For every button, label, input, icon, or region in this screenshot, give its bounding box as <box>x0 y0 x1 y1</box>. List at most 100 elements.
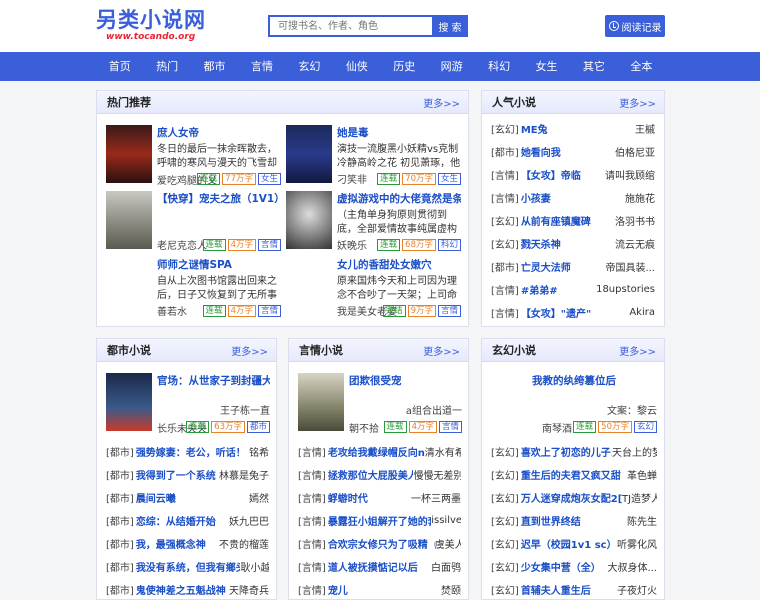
item-category[interactable]: [言情] <box>298 490 326 505</box>
list-item[interactable]: [言情]合欢宗女修只为了吸精（...虞美人 <box>298 535 461 551</box>
item-category[interactable]: [言情] <box>298 536 326 551</box>
search-input[interactable] <box>268 15 432 37</box>
list-item[interactable]: [玄幻]万人迷穿成炮灰女配2[...TJ造梦人 <box>491 489 657 505</box>
book-title[interactable]: 庶人女帝 <box>157 125 281 140</box>
item-title[interactable]: 【女攻】帝临 <box>521 167 581 182</box>
list-item[interactable]: [都市] 我，最强概念神 不贵的榴莲 <box>106 535 269 551</box>
nav-home[interactable]: 首页 <box>96 52 143 81</box>
item-title[interactable]: 【女攻】"遗产" <box>521 305 591 320</box>
item-category[interactable]: [言情] <box>298 559 326 574</box>
item-category[interactable]: [都市] <box>106 444 134 459</box>
item-category[interactable]: [言情] <box>491 305 519 320</box>
book-cover[interactable] <box>286 125 332 183</box>
xuanhuan-more-link[interactable]: 更多>> <box>619 343 656 358</box>
hot-more-link[interactable]: 更多>> <box>423 95 460 110</box>
item-title[interactable]: 她看向我 <box>521 144 561 159</box>
item-title[interactable]: 重生后的夫君又疯又甜 <box>521 467 621 482</box>
book-title[interactable]: 虚拟游戏中的大佬竟然是条狗 <box>337 191 461 206</box>
nav-hot[interactable]: 热门 <box>143 52 190 81</box>
book-title[interactable]: 师师之谜情SPA <box>157 257 281 272</box>
item-title[interactable]: 我得到了一个系统 <box>136 467 216 482</box>
nav-wangyou[interactable]: 网游 <box>428 52 475 81</box>
item-category[interactable]: [都市] <box>491 144 519 159</box>
nav-yanqing[interactable]: 言情 <box>238 52 285 81</box>
item-title[interactable]: 万人迷穿成炮灰女配2[... <box>521 490 622 505</box>
book-title[interactable]: 官场：从世家子到封疆大吏 <box>157 373 270 388</box>
item-category[interactable]: [玄幻] <box>491 536 519 551</box>
item-category[interactable]: [玄幻] <box>491 582 519 597</box>
list-item[interactable]: [都市] 鬼使神差之五魁战神 天降奇兵 <box>106 582 269 598</box>
item-title[interactable]: #弟弟# <box>521 282 558 297</box>
featured-book[interactable]: 团欺很受宠 a组合出道一 朝不拾 连载 4万字 言情 <box>298 373 462 435</box>
nav-xianxia[interactable]: 仙侠 <box>333 52 380 81</box>
item-title[interactable]: 少女集中营（全） <box>521 559 601 574</box>
site-logo[interactable]: 另类小说网 www.tocando.org <box>96 8 216 42</box>
item-category[interactable]: [玄幻] <box>491 213 519 228</box>
list-item[interactable]: [都市] 她看向我 伯格尼亚 <box>491 143 655 159</box>
book-card[interactable]: 女儿的香甜处女嫩穴 原来国炜今天和上司因为理念不合吵了一天架；上司命他先下班 我… <box>286 257 461 318</box>
list-item[interactable]: [言情] 拯救那位大屁股美人 慢慢无差别 <box>298 466 461 482</box>
nav-dushi[interactable]: 都市 <box>191 52 238 81</box>
nav-nvsheng[interactable]: 女生 <box>523 52 570 81</box>
item-title[interactable]: 蜉蝣时代 <box>328 490 368 505</box>
popular-more-link[interactable]: 更多>> <box>619 95 656 110</box>
list-item[interactable]: [都市] 我得到了一个系统 林慕是兔子 <box>106 466 269 482</box>
dushi-more-link[interactable]: 更多>> <box>231 343 268 358</box>
book-cover[interactable] <box>106 373 152 431</box>
item-category[interactable]: [玄幻] <box>491 467 519 482</box>
item-title[interactable]: 首辅夫人重生后 <box>521 582 591 597</box>
list-item[interactable]: [言情]暴露狂小姐解开了她的套...issilver <box>298 512 461 528</box>
item-category[interactable]: [都市] <box>106 513 134 528</box>
list-item[interactable]: [言情] 小孩妻 施施花 <box>491 189 655 205</box>
list-item[interactable]: [玄幻] 迟早（校园1v1 sc） 听雾化风 <box>491 535 657 551</box>
item-title[interactable]: 迟早（校园1v1 sc） <box>521 536 617 551</box>
nav-xuanhuan[interactable]: 玄幻 <box>286 52 333 81</box>
list-item[interactable]: [都市] 恋综：从结婚开始 妖九巴巴 <box>106 512 269 528</box>
nav-qita[interactable]: 其它 <box>570 52 617 81</box>
list-item[interactable]: [言情] 【女攻】"遗产" Akira <box>491 305 655 321</box>
book-title[interactable]: 我教的纨绔篡位后 <box>491 373 657 388</box>
search-button[interactable]: 搜 索 <box>432 15 468 37</box>
list-item[interactable]: [都市] 强势嫁妻：老公，听话！ 铭希 <box>106 443 269 459</box>
item-title[interactable]: 鬼使神差之五魁战神 <box>136 582 226 597</box>
item-category[interactable]: [都市] <box>106 467 134 482</box>
featured-book[interactable]: 我教的纨绔篡位后 文案：黎云 南琴酒 连载 50万字 玄幻 <box>491 373 657 435</box>
item-category[interactable]: [言情] <box>491 190 519 205</box>
book-card[interactable]: 师师之谜情SPA 自从上次图书馆露出回来之后，日子又恢复到了无所事事的状态，在家… <box>106 257 281 318</box>
list-item[interactable]: [言情] 【女攻】帝临 请叫我顾绾 <box>491 166 655 182</box>
item-category[interactable]: [都市] <box>106 582 134 597</box>
list-item[interactable]: [言情] #弟弟# 18upstories <box>491 282 655 298</box>
item-category[interactable]: [言情] <box>491 167 519 182</box>
item-title[interactable]: 恋综：从结婚开始 <box>136 513 216 528</box>
yanqing-more-link[interactable]: 更多>> <box>423 343 460 358</box>
item-title[interactable]: 合欢宗女修只为了吸精（... <box>328 536 435 551</box>
item-title[interactable]: 拯救那位大屁股美人 <box>328 467 414 482</box>
list-item[interactable]: [玄幻] 重生后的夫君又疯又甜 革色蝉 <box>491 466 657 482</box>
item-title[interactable]: 暴露狂小姐解开了她的套... <box>328 513 431 528</box>
item-title[interactable]: 小孩妻 <box>521 190 551 205</box>
item-title[interactable]: 宠儿 <box>328 582 348 597</box>
list-item[interactable]: [言情] 道人被抚摸惦记以后 白面鸮 <box>298 559 461 575</box>
item-category[interactable]: [玄幻] <box>491 513 519 528</box>
list-item[interactable]: [玄幻] 从前有座镇魔碑 洛羽书书 <box>491 212 655 228</box>
book-title[interactable]: 女儿的香甜处女嫩穴 <box>337 257 461 272</box>
book-title[interactable]: 她是毒 <box>337 125 461 140</box>
list-item[interactable]: [玄幻] 首辅夫人重生后 子夜灯火 <box>491 582 657 598</box>
item-category[interactable]: [言情] <box>298 582 326 597</box>
item-category[interactable]: [玄幻] <box>491 444 519 459</box>
book-card[interactable]: 庶人女帝 冬日的最后一抹余晖散去，呼啸的寒风与漫天的飞雪却未曾停 爱吃鸡腿的乂 … <box>106 125 281 187</box>
item-category[interactable]: [玄幻] <box>491 490 519 505</box>
item-title[interactable]: 晨间云曦 <box>136 490 176 505</box>
book-card[interactable]: 她是毒 演技一流腹黑小妖精vs克制冷静高岭之花 初见萧琢，他对她视若 刁笑非 连… <box>286 125 461 186</box>
list-item[interactable]: [言情] 老攻给我戴绿帽反向ntr 清水有希 <box>298 443 461 459</box>
list-item[interactable]: [玄幻]喜欢上了初恋的儿子...天台上的梦 <box>491 443 657 459</box>
nav-lishi[interactable]: 历史 <box>381 52 428 81</box>
item-title[interactable]: 戮天杀神 <box>521 236 561 251</box>
book-card[interactable]: 【快穿】宠夫之旅（1V1） 老尼克恋人 连载 4万字 言情 <box>106 191 281 252</box>
reading-history-button[interactable]: 阅读记录 <box>605 15 665 37</box>
item-title[interactable]: 喜欢上了初恋的儿子... <box>521 444 612 459</box>
book-card[interactable]: 虚拟游戏中的大佬竟然是条狗 （主角单身狗原则贯彻到底，全部爱情故事纯属虚构be … <box>286 191 461 252</box>
list-item[interactable]: [都市] 晨间云曦 嫣然 <box>106 489 269 505</box>
item-category[interactable]: [玄幻] <box>491 559 519 574</box>
item-category[interactable]: [玄幻] <box>491 121 519 136</box>
